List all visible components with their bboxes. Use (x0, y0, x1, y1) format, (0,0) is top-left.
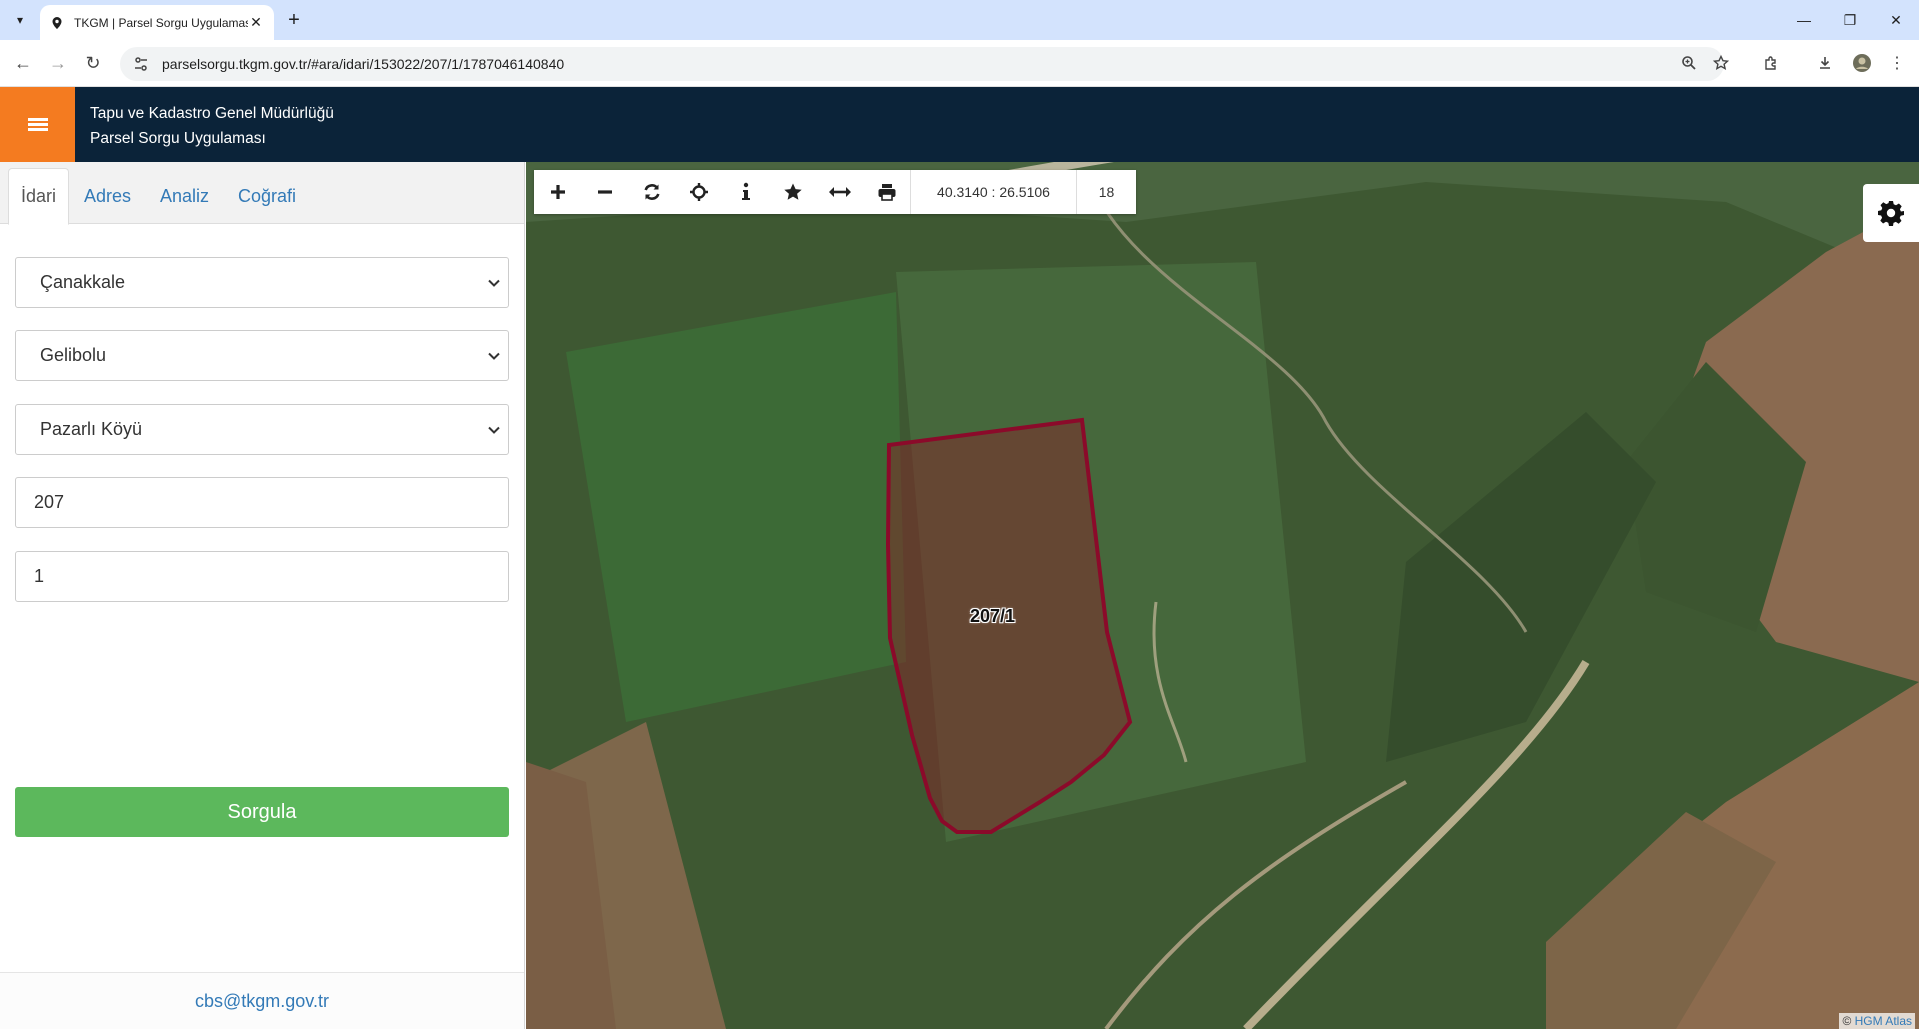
attribution-copyright: © (1842, 1014, 1852, 1028)
zoom-level: 18 (1076, 170, 1136, 214)
close-tab-icon[interactable]: ✕ (248, 14, 264, 31)
province-value: Çanakkale (40, 272, 126, 292)
refresh-icon[interactable] (628, 170, 675, 214)
chevron-down-icon (488, 279, 500, 287)
address-bar[interactable]: parselsorgu.tkgm.gov.tr/#ara/idari/15302… (120, 47, 1724, 81)
back-icon[interactable]: ← (10, 50, 36, 76)
browser-menu-icon[interactable]: ⋮ (1884, 50, 1910, 76)
parcel-polygon[interactable] (526, 162, 1919, 1029)
zoom-icon[interactable] (1676, 50, 1702, 76)
neighborhood-value: Pazarlı Köyü (40, 419, 143, 439)
measure-icon[interactable] (816, 170, 863, 214)
print-icon[interactable] (863, 170, 910, 214)
url-text: parselsorgu.tkgm.gov.tr/#ara/idari/15302… (162, 56, 565, 72)
browser-tab[interactable]: TKGM | Parsel Sorgu Uygulaması ✕ (40, 5, 274, 40)
header-line-1: Tapu ve Kadastro Genel Müdürlüğü (90, 105, 334, 122)
block-number-input[interactable]: 207 (15, 477, 509, 528)
map-attribution: © HGM Atlas (1839, 1013, 1915, 1029)
zoom-in-icon[interactable] (534, 170, 581, 214)
neighborhood-select[interactable]: Pazarlı Köyü (15, 404, 509, 455)
star-icon[interactable] (769, 170, 816, 214)
contact-email-link[interactable]: cbs@tkgm.gov.tr (0, 972, 524, 1029)
tab-search-icon[interactable]: ▾ (8, 8, 32, 32)
map-toolbar: 40.3140 : 26.5106 18 (534, 170, 1136, 214)
settings-gear-icon[interactable] (1863, 184, 1919, 242)
parcel-number-input[interactable]: 1 (15, 551, 509, 602)
extensions-icon[interactable] (1758, 50, 1784, 76)
query-tabs: İdari Adres Analiz Coğrafi (0, 162, 524, 225)
reload-icon[interactable]: ↻ (80, 50, 106, 76)
restore-icon[interactable]: ❐ (1827, 0, 1873, 40)
province-select[interactable]: Çanakkale (15, 257, 509, 308)
tab-title: TKGM | Parsel Sorgu Uygulaması (74, 15, 248, 30)
site-info-icon[interactable] (132, 55, 150, 73)
window-close-icon[interactable]: ✕ (1873, 0, 1919, 40)
chevron-down-icon (488, 352, 500, 360)
tab-analiz[interactable]: Analiz (148, 168, 221, 224)
location-pin-icon (52, 16, 62, 29)
query-button[interactable]: Sorgula (15, 787, 509, 837)
info-icon[interactable] (722, 170, 769, 214)
chevron-down-icon (488, 426, 500, 434)
zoom-out-icon[interactable] (581, 170, 628, 214)
minimize-icon[interactable]: — (1781, 0, 1827, 40)
menu-icon[interactable] (0, 87, 75, 162)
parcel-number-value: 1 (34, 566, 45, 586)
browser-tab-bar: ▾ TKGM | Parsel Sorgu Uygulaması ✕ + — ❐… (0, 0, 1919, 40)
query-sidebar: İdari Adres Analiz Coğrafi Çanakkale Gel… (0, 162, 525, 1029)
browser-toolbar: ← → ↻ parselsorgu.tkgm.gov.tr/#ara/idari… (0, 40, 1919, 87)
block-number-value: 207 (34, 492, 65, 512)
bookmark-star-icon[interactable] (1708, 50, 1734, 76)
district-select[interactable]: Gelibolu (15, 330, 509, 381)
forward-icon[interactable]: → (45, 50, 71, 76)
tab-idari[interactable]: İdari (8, 168, 70, 225)
map-view[interactable]: 207/1 40.3140 : 26.5106 18 © HGM Atlas (526, 162, 1919, 1029)
tab-cografi[interactable]: Coğrafi (226, 168, 308, 224)
locate-icon[interactable] (675, 170, 722, 214)
coordinate-readout: 40.3140 : 26.5106 (910, 170, 1076, 214)
parcel-label: 207/1 (970, 606, 1016, 626)
header-line-2: Parsel Sorgu Uygulaması (90, 130, 266, 147)
district-value: Gelibolu (40, 345, 107, 365)
new-tab-icon[interactable]: + (282, 8, 306, 32)
app-title: Tapu ve Kadastro Genel Müdürlüğü Parsel … (90, 101, 334, 151)
tab-adres[interactable]: Adres (72, 168, 143, 224)
app-header: Tapu ve Kadastro Genel Müdürlüğü Parsel … (0, 87, 1919, 162)
attribution-link[interactable]: HGM Atlas (1855, 1014, 1912, 1028)
profile-avatar[interactable] (1849, 50, 1875, 76)
download-icon[interactable] (1812, 50, 1838, 76)
